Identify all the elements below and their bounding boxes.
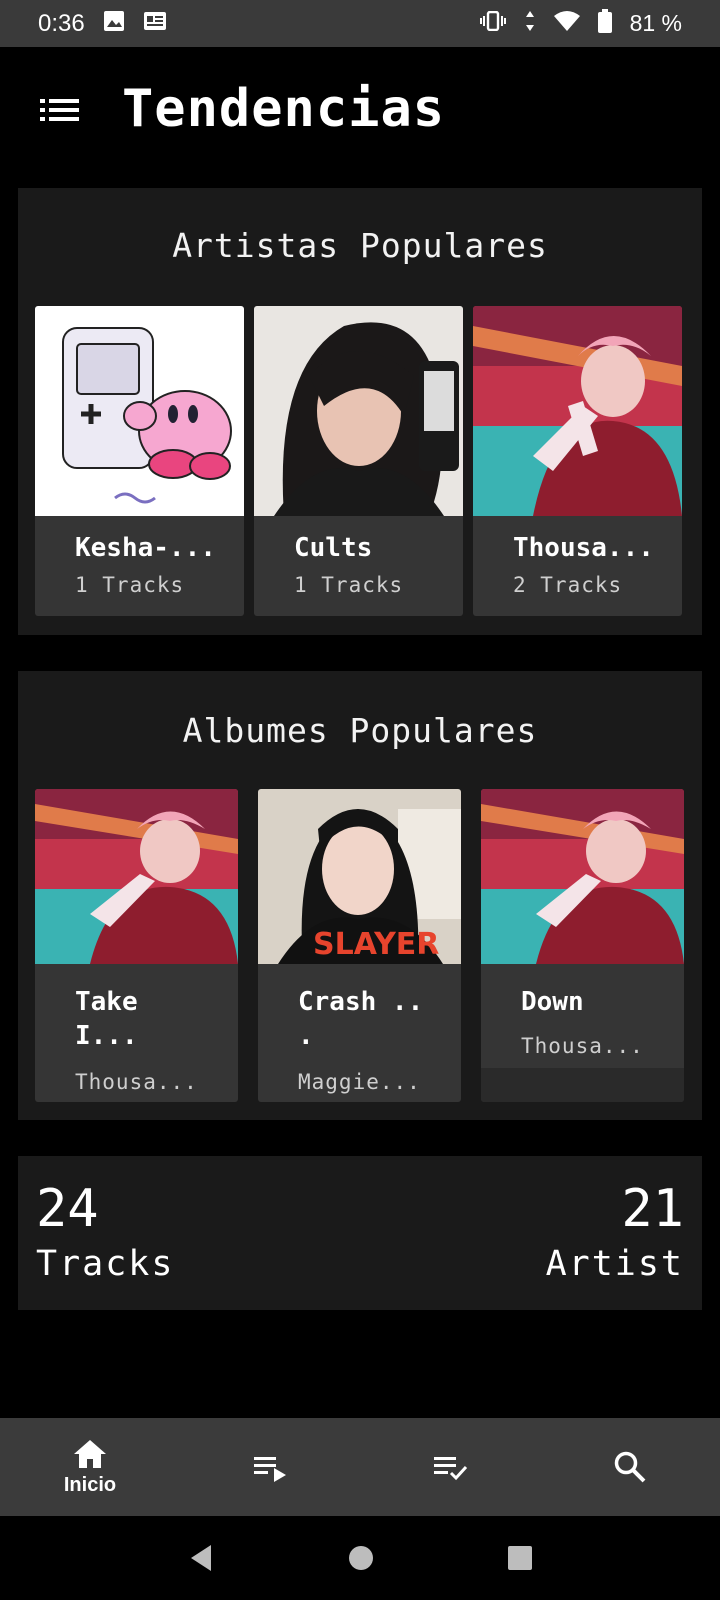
artist-track-count: 2 Tracks [513,573,623,597]
status-bar: 0:36 81 % [0,0,720,47]
playlist-play-icon [254,1457,286,1482]
artists-count: 21 [621,1179,684,1239]
popular-artists-panel: Artistas Populares Kesha-... 1 Tracks Cu… [18,188,702,635]
home-icon [74,1439,106,1468]
battery-icon [597,8,612,39]
album-card[interactable]: Take I... Thousa... [35,789,238,1102]
tracks-stat: 24 Tracks [36,1180,174,1284]
data-icon [524,10,536,38]
artists-stat: 21 Artist [546,1180,684,1284]
back-icon[interactable] [186,1543,216,1573]
vibrate-icon [479,10,506,37]
status-right: 81 % [479,8,682,39]
tracks-label: Tracks [36,1244,175,1284]
status-left: 0:36 [38,10,167,38]
artists-label: Artist [545,1244,684,1284]
system-navigation [0,1516,720,1600]
status-time: 0:36 [38,9,85,37]
list-menu-icon[interactable] [38,91,84,131]
nav-playlist-play[interactable] [180,1418,360,1516]
artist-track-count: 1 Tracks [294,573,404,597]
album-artist: Thousa... [75,1070,198,1094]
artist-name: Kesha-... [75,533,216,563]
album-name: Down [521,987,584,1017]
home-circle-icon[interactable] [347,1544,375,1572]
album-cover [35,789,238,964]
image-icon [103,10,125,38]
album-artist: Maggie... [298,1070,421,1094]
popular-albums-panel: Albumes Populares Take I... Thousa... SL… [18,671,702,1120]
artist-track-count: 1 Tracks [75,573,185,597]
nav-home[interactable]: Inicio [0,1418,180,1516]
section-title: Artistas Populares [172,226,548,265]
card-footer [481,1068,684,1102]
battery-percent: 81 % [629,10,682,36]
artist-list: Kesha-... 1 Tracks Cults 1 Tracks Thousa… [35,306,682,616]
album-cover: SLAYER [258,789,461,964]
stats-panel: 24 Tracks 21 Artist [18,1156,702,1310]
bottom-navigation: Inicio [0,1418,720,1516]
svg-text:SLAYER: SLAYER [313,927,439,962]
album-list: Take I... Thousa... SLAYER Crash .. . Ma… [35,789,684,1102]
album-cover [481,789,684,964]
recents-icon[interactable] [506,1544,534,1572]
artist-image [254,306,463,516]
app-header: Tendencias [0,47,720,175]
nav-playlist-check[interactable] [360,1418,540,1516]
artist-name: Thousa... [513,533,654,563]
album-name: Crash .. . [298,987,424,1051]
tracks-count: 24 [36,1179,99,1239]
playlist-check-icon [434,1457,468,1481]
artist-image [473,306,682,516]
wifi-icon [553,10,580,38]
artist-card[interactable]: Kesha-... 1 Tracks [35,306,244,616]
section-title: Albumes Populares [182,711,538,750]
artist-card[interactable]: Cults 1 Tracks [254,306,463,616]
album-name: Take I... [75,987,138,1051]
page-title: Tendencias [122,79,446,139]
artist-image [35,306,244,516]
artist-name: Cults [294,533,373,563]
nav-search[interactable] [540,1418,720,1516]
album-card[interactable]: SLAYER Crash .. . Maggie... [258,789,461,1102]
artist-card[interactable]: Thousa... 2 Tracks [473,306,682,616]
search-icon [614,1451,646,1483]
album-card[interactable]: Down Thousa... [481,789,684,1102]
album-artist: Thousa... [521,1034,644,1058]
news-icon [143,10,167,37]
nav-home-label: Inicio [63,1473,117,1496]
